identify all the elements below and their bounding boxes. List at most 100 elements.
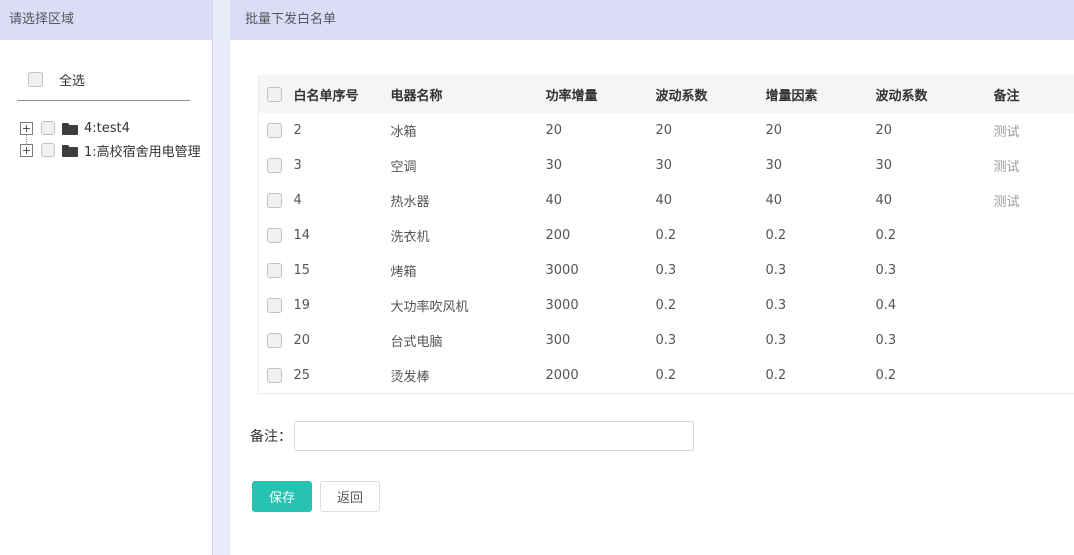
cell-id: 3 <box>294 148 391 183</box>
cell-power_inc: 40 <box>546 183 656 218</box>
tree-node-checkbox[interactable] <box>41 121 55 135</box>
table-row: 15烤箱30000.30.30.3 <box>259 253 1074 288</box>
cell-inc_factor: 40 <box>766 183 876 218</box>
cell-fluct2: 0.2 <box>876 358 994 393</box>
cell-id: 25 <box>294 358 391 393</box>
cell-fluct2: 0.3 <box>876 323 994 358</box>
table-row: 25烫发棒20000.20.20.2 <box>259 358 1074 393</box>
column-header: 增量因素 <box>766 75 876 113</box>
cell-fluct2: 0.2 <box>876 218 994 253</box>
cell-fluct2: 40 <box>876 183 994 218</box>
cell-fluct1: 20 <box>656 113 766 148</box>
page-title: 批量下发白名单 <box>230 0 1074 40</box>
back-button[interactable]: 返回 <box>320 481 380 512</box>
cell-name: 冰箱 <box>391 113 546 148</box>
cell-fluct2: 0.3 <box>876 253 994 288</box>
whitelist-table: 白名单序号 电器名称 功率增量 波动系数 增量因素 波动系数 备注 2冰箱202… <box>258 75 1074 394</box>
cell-power_inc: 2000 <box>546 358 656 393</box>
tree-expand-icon[interactable] <box>20 144 33 157</box>
select-all-checkbox[interactable] <box>28 72 43 87</box>
cell-power_inc: 20 <box>546 113 656 148</box>
select-all-label: 全选 <box>59 70 85 89</box>
cell-inc_factor: 0.3 <box>766 288 876 323</box>
tree-node: 4:test4 <box>20 117 212 139</box>
cell-id: 2 <box>294 113 391 148</box>
folder-icon <box>62 122 78 135</box>
cell-fluct1: 0.2 <box>656 288 766 323</box>
cell-fluct1: 40 <box>656 183 766 218</box>
cell-remark <box>994 288 1074 323</box>
tree-expand-icon[interactable] <box>20 122 33 135</box>
sidebar-title: 请选择区域 <box>0 0 212 40</box>
row-checkbox[interactable] <box>267 158 282 173</box>
tree-node-checkbox[interactable] <box>41 143 55 157</box>
column-header: 波动系数 <box>656 75 766 113</box>
cell-id: 4 <box>294 183 391 218</box>
table-row: 2冰箱20202020测试 <box>259 113 1074 148</box>
row-checkbox[interactable] <box>267 263 282 278</box>
cell-id: 15 <box>294 253 391 288</box>
cell-id: 19 <box>294 288 391 323</box>
remark-label: 备注： <box>250 426 292 446</box>
whitelist-panel: 批量下发白名单 白名单序号 电器名称 功率增量 波动系数 增量因素 波动系数 备… <box>230 0 1074 555</box>
cell-fluct2: 30 <box>876 148 994 183</box>
cell-fluct1: 0.2 <box>656 358 766 393</box>
column-header: 白名单序号 <box>294 75 391 113</box>
cell-remark <box>994 218 1074 253</box>
remark-input[interactable] <box>294 421 694 451</box>
cell-inc_factor: 0.3 <box>766 323 876 358</box>
cell-remark: 测试 <box>994 183 1074 218</box>
column-header: 备注 <box>994 75 1074 113</box>
row-checkbox[interactable] <box>267 298 282 313</box>
tree-node-label[interactable]: 1:高校宿舍用电管理 <box>84 141 201 160</box>
cell-remark <box>994 323 1074 358</box>
tree-node-label[interactable]: 4:test4 <box>84 121 130 136</box>
cell-id: 20 <box>294 323 391 358</box>
cell-inc_factor: 20 <box>766 113 876 148</box>
row-checkbox[interactable] <box>267 193 282 208</box>
cell-name: 台式电脑 <box>391 323 546 358</box>
cell-fluct2: 0.4 <box>876 288 994 323</box>
table-row: 20台式电脑3000.30.30.3 <box>259 323 1074 358</box>
cell-remark: 测试 <box>994 113 1074 148</box>
cell-inc_factor: 30 <box>766 148 876 183</box>
select-all-rows-checkbox[interactable] <box>267 87 282 102</box>
cell-fluct2: 20 <box>876 113 994 148</box>
row-checkbox[interactable] <box>267 228 282 243</box>
region-sidebar: 请选择区域 全选 4:test4 1:高校宿舍用电管理 <box>0 0 213 555</box>
cell-inc_factor: 0.3 <box>766 253 876 288</box>
save-button[interactable]: 保存 <box>252 481 312 512</box>
remark-row: 备注： <box>250 421 1074 451</box>
cell-power_inc: 3000 <box>546 288 656 323</box>
cell-name: 热水器 <box>391 183 546 218</box>
cell-power_inc: 30 <box>546 148 656 183</box>
cell-name: 空调 <box>391 148 546 183</box>
column-header: 电器名称 <box>391 75 546 113</box>
cell-fluct1: 0.3 <box>656 253 766 288</box>
table-body: 2冰箱20202020测试3空调30303030测试4热水器40404040测试… <box>259 113 1074 393</box>
cell-name: 烫发棒 <box>391 358 546 393</box>
cell-inc_factor: 0.2 <box>766 358 876 393</box>
sidebar-divider <box>17 100 190 101</box>
row-checkbox[interactable] <box>267 123 282 138</box>
tree-node: 1:高校宿舍用电管理 <box>20 139 212 161</box>
select-all-row: 全选 <box>28 70 212 89</box>
region-tree: 4:test4 1:高校宿舍用电管理 <box>20 117 212 161</box>
cell-id: 14 <box>294 218 391 253</box>
table-row: 4热水器40404040测试 <box>259 183 1074 218</box>
column-header: 波动系数 <box>876 75 994 113</box>
whitelist-table-wrap: 白名单序号 电器名称 功率增量 波动系数 增量因素 波动系数 备注 2冰箱202… <box>258 75 1074 394</box>
table-header-row: 白名单序号 电器名称 功率增量 波动系数 增量因素 波动系数 备注 <box>259 75 1074 113</box>
cell-remark: 测试 <box>994 148 1074 183</box>
cell-power_inc: 3000 <box>546 253 656 288</box>
cell-fluct1: 0.3 <box>656 323 766 358</box>
table-row: 19大功率吹风机30000.20.30.4 <box>259 288 1074 323</box>
cell-inc_factor: 0.2 <box>766 218 876 253</box>
cell-fluct1: 30 <box>656 148 766 183</box>
row-checkbox[interactable] <box>267 368 282 383</box>
cell-fluct1: 0.2 <box>656 218 766 253</box>
cell-name: 大功率吹风机 <box>391 288 546 323</box>
cell-power_inc: 200 <box>546 218 656 253</box>
row-checkbox[interactable] <box>267 333 282 348</box>
cell-name: 洗衣机 <box>391 218 546 253</box>
